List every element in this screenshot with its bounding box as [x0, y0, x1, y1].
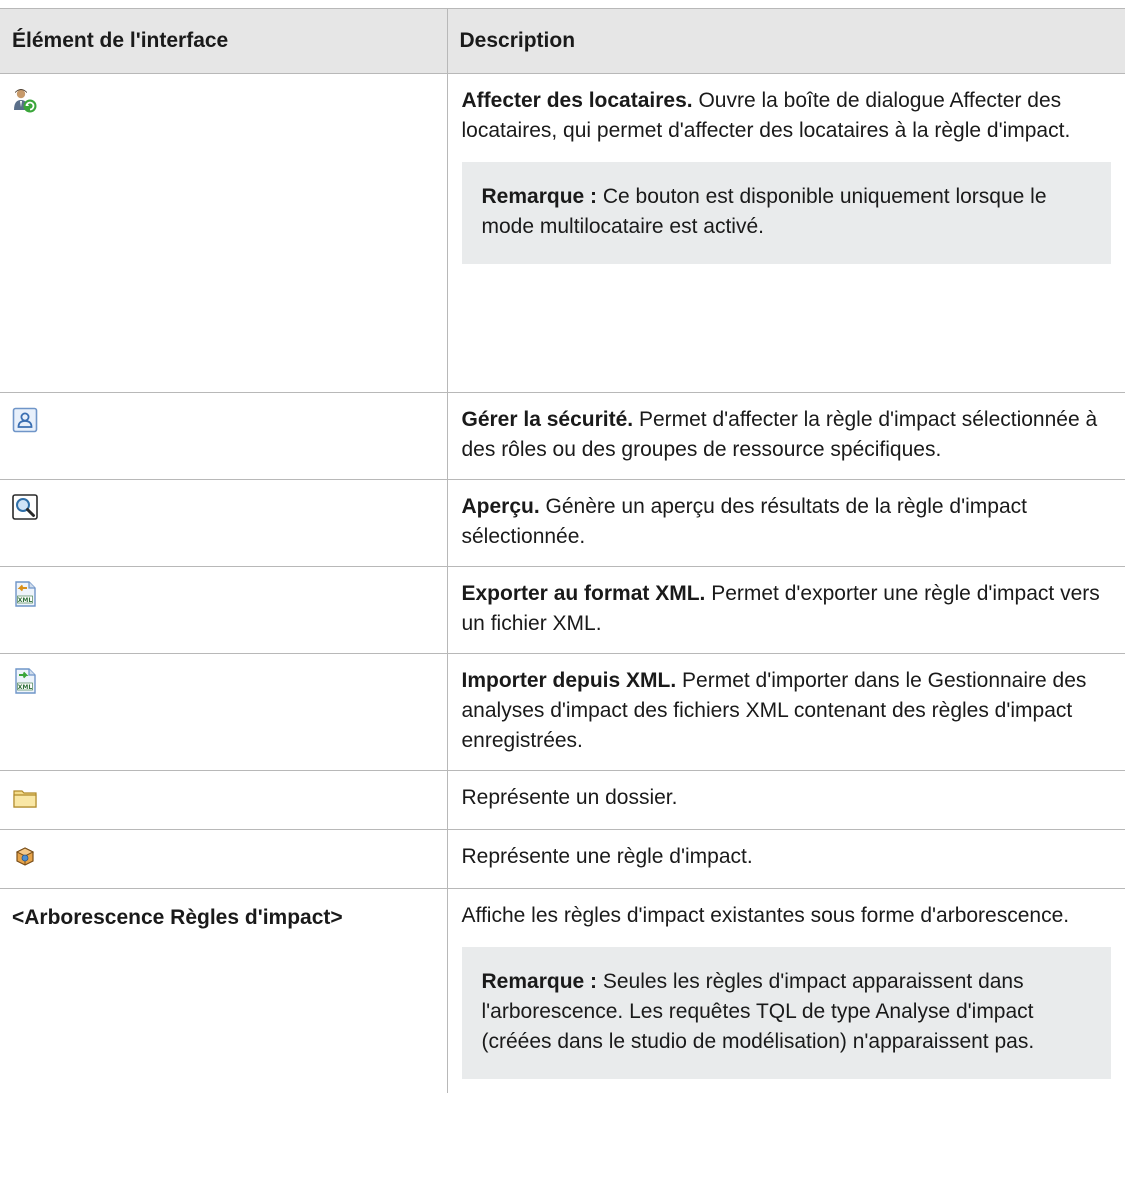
element-cell: [0, 829, 448, 889]
note-label: Remarque :: [481, 185, 598, 208]
import-xml-icon: XML: [12, 668, 38, 694]
term-preview: Aperçu.: [461, 495, 540, 518]
folder-icon: [12, 785, 38, 811]
preview-icon: [12, 494, 38, 520]
element-cell: XML: [0, 653, 448, 771]
table-row: Affecter des locataires. Ouvre la boîte …: [0, 73, 1125, 393]
description-cell: Gérer la sécurité. Permet d'affecter la …: [447, 392, 1125, 480]
description-cell: Aperçu. Génère un aperçu des résultats d…: [447, 479, 1125, 567]
description-cell: Exporter au format XML. Permet d'exporte…: [447, 566, 1125, 654]
note-label: Remarque :: [481, 970, 598, 993]
description-text: Représente un dossier.: [461, 786, 678, 809]
svg-text:XML: XML: [18, 684, 33, 691]
term-import-xml: Importer depuis XML.: [461, 669, 677, 692]
table-row: <Arborescence Règles d'impact> Affiche l…: [0, 888, 1125, 1094]
element-cell: <Arborescence Règles d'impact>: [0, 888, 448, 1093]
header-element: Élément de l'interface: [0, 8, 448, 74]
element-cell: XML: [0, 566, 448, 654]
note-box: Remarque : Ce bouton est disponible uniq…: [461, 162, 1111, 264]
description-cell: Représente une règle d'impact.: [447, 829, 1125, 889]
impact-rule-icon: [12, 844, 38, 870]
note-box: Remarque : Seules les règles d'impact ap…: [461, 947, 1111, 1079]
table-row: Représente un dossier.: [0, 770, 1125, 830]
description-cell: Affecter des locataires. Ouvre la boîte …: [447, 73, 1125, 393]
table-header-row: Élément de l'interface Description: [0, 8, 1125, 74]
element-cell: [0, 479, 448, 567]
description-text: Affiche les règles d'impact existantes s…: [461, 904, 1070, 927]
table-row: Représente une règle d'impact.: [0, 829, 1125, 889]
term-export-xml: Exporter au format XML.: [461, 582, 706, 605]
description-text: Représente une règle d'impact.: [461, 845, 753, 868]
element-cell: [0, 392, 448, 480]
header-description: Description: [447, 8, 1125, 74]
assign-tenants-icon: [12, 88, 38, 114]
svg-text:XML: XML: [18, 597, 33, 604]
export-xml-icon: XML: [12, 581, 38, 607]
element-cell: [0, 73, 448, 393]
table-row: XML Importer depuis XML. Permet d'import…: [0, 653, 1125, 771]
description-cell: Importer depuis XML. Permet d'importer d…: [447, 653, 1125, 771]
description-cell: Affiche les règles d'impact existantes s…: [447, 889, 1125, 1094]
table-row: Aperçu. Génère un aperçu des résultats d…: [0, 479, 1125, 567]
term-manage-security: Gérer la sécurité.: [461, 408, 634, 431]
table-row: XML Exporter au format XML. Permet d'exp…: [0, 566, 1125, 654]
element-cell: [0, 770, 448, 830]
ui-elements-table: Élément de l'interface Description Affec…: [0, 8, 1125, 1093]
table-row: Gérer la sécurité. Permet d'affecter la …: [0, 392, 1125, 480]
term-assign-tenants: Affecter des locataires.: [461, 89, 693, 112]
impact-rules-tree-label: <Arborescence Règles d'impact>: [12, 906, 343, 929]
description-cell: Représente un dossier.: [447, 770, 1125, 830]
manage-security-icon: [12, 407, 38, 433]
description-text: Génère un aperçu des résultats de la règ…: [461, 495, 1027, 548]
